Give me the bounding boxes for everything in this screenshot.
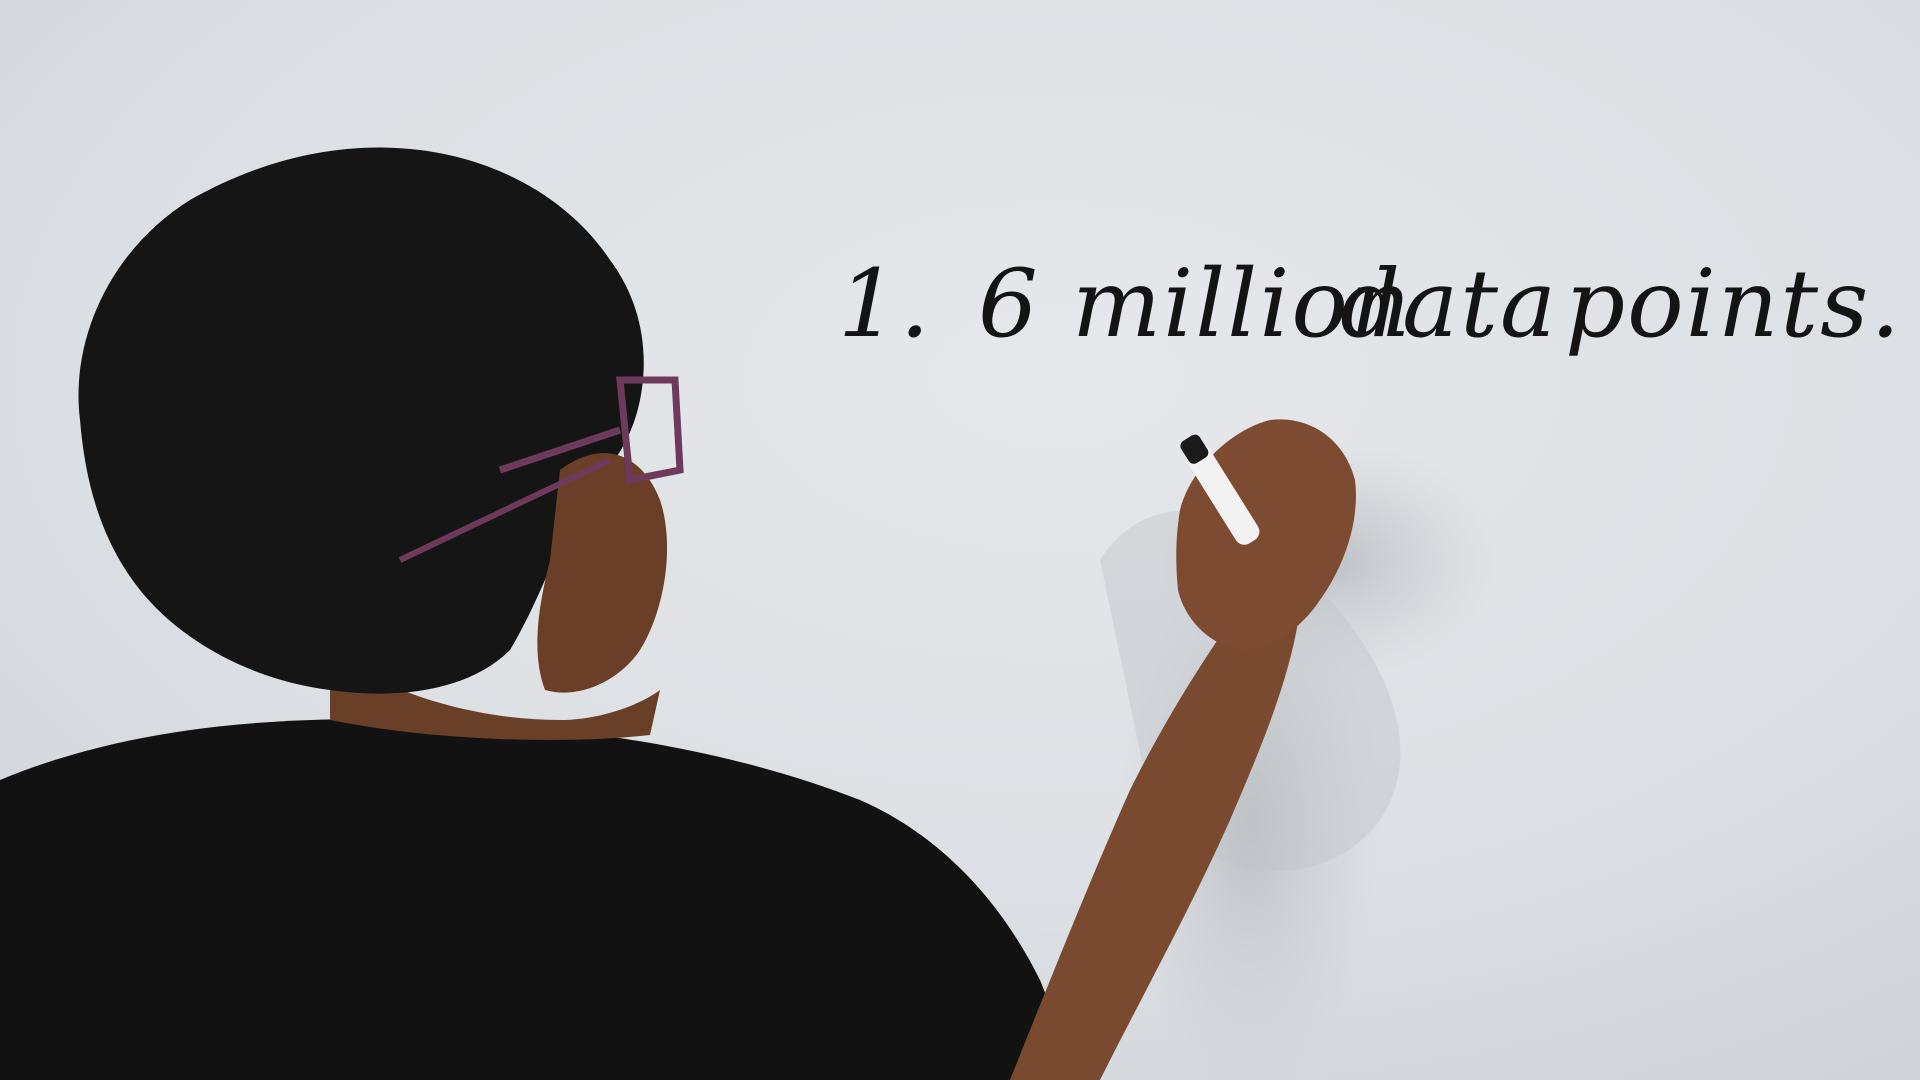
presenter-shirt <box>0 719 1080 1080</box>
presenter-arm <box>1010 600 1300 1080</box>
video-frame: 1. 6 million data points. <box>0 0 1920 1080</box>
presenter <box>0 147 1356 1080</box>
